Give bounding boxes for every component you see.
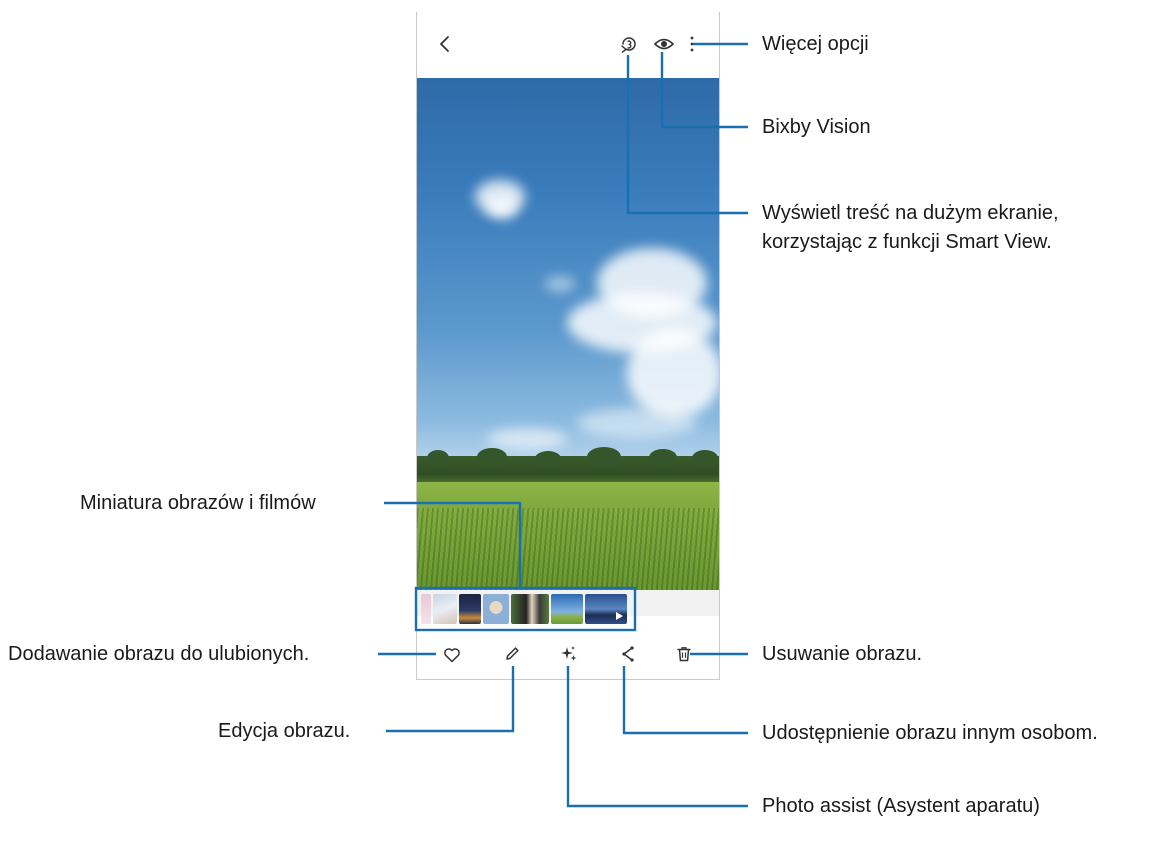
label-photo-assist: Photo assist (Asystent aparatu) [762,795,1040,817]
label-edit: Edycja obrazu. [218,720,351,742]
label-smart-view-line2: korzystając z funkcji Smart View. [762,231,1052,253]
label-delete: Usuwanie obrazu. [762,643,923,665]
label-smart-view-line1: Wyświetl treść na dużym ekranie, [762,202,1059,224]
label-favorite: Dodawanie obrazu do ulubionych. [8,643,310,665]
label-more-options: Więcej opcji [762,33,869,55]
label-share: Udostępnienie obrazu innym osobom. [762,722,1098,744]
label-thumbnails: Miniatura obrazów i filmów [80,492,316,514]
callout-lines [378,42,748,808]
label-bixby-vision: Bixby Vision [762,116,871,138]
